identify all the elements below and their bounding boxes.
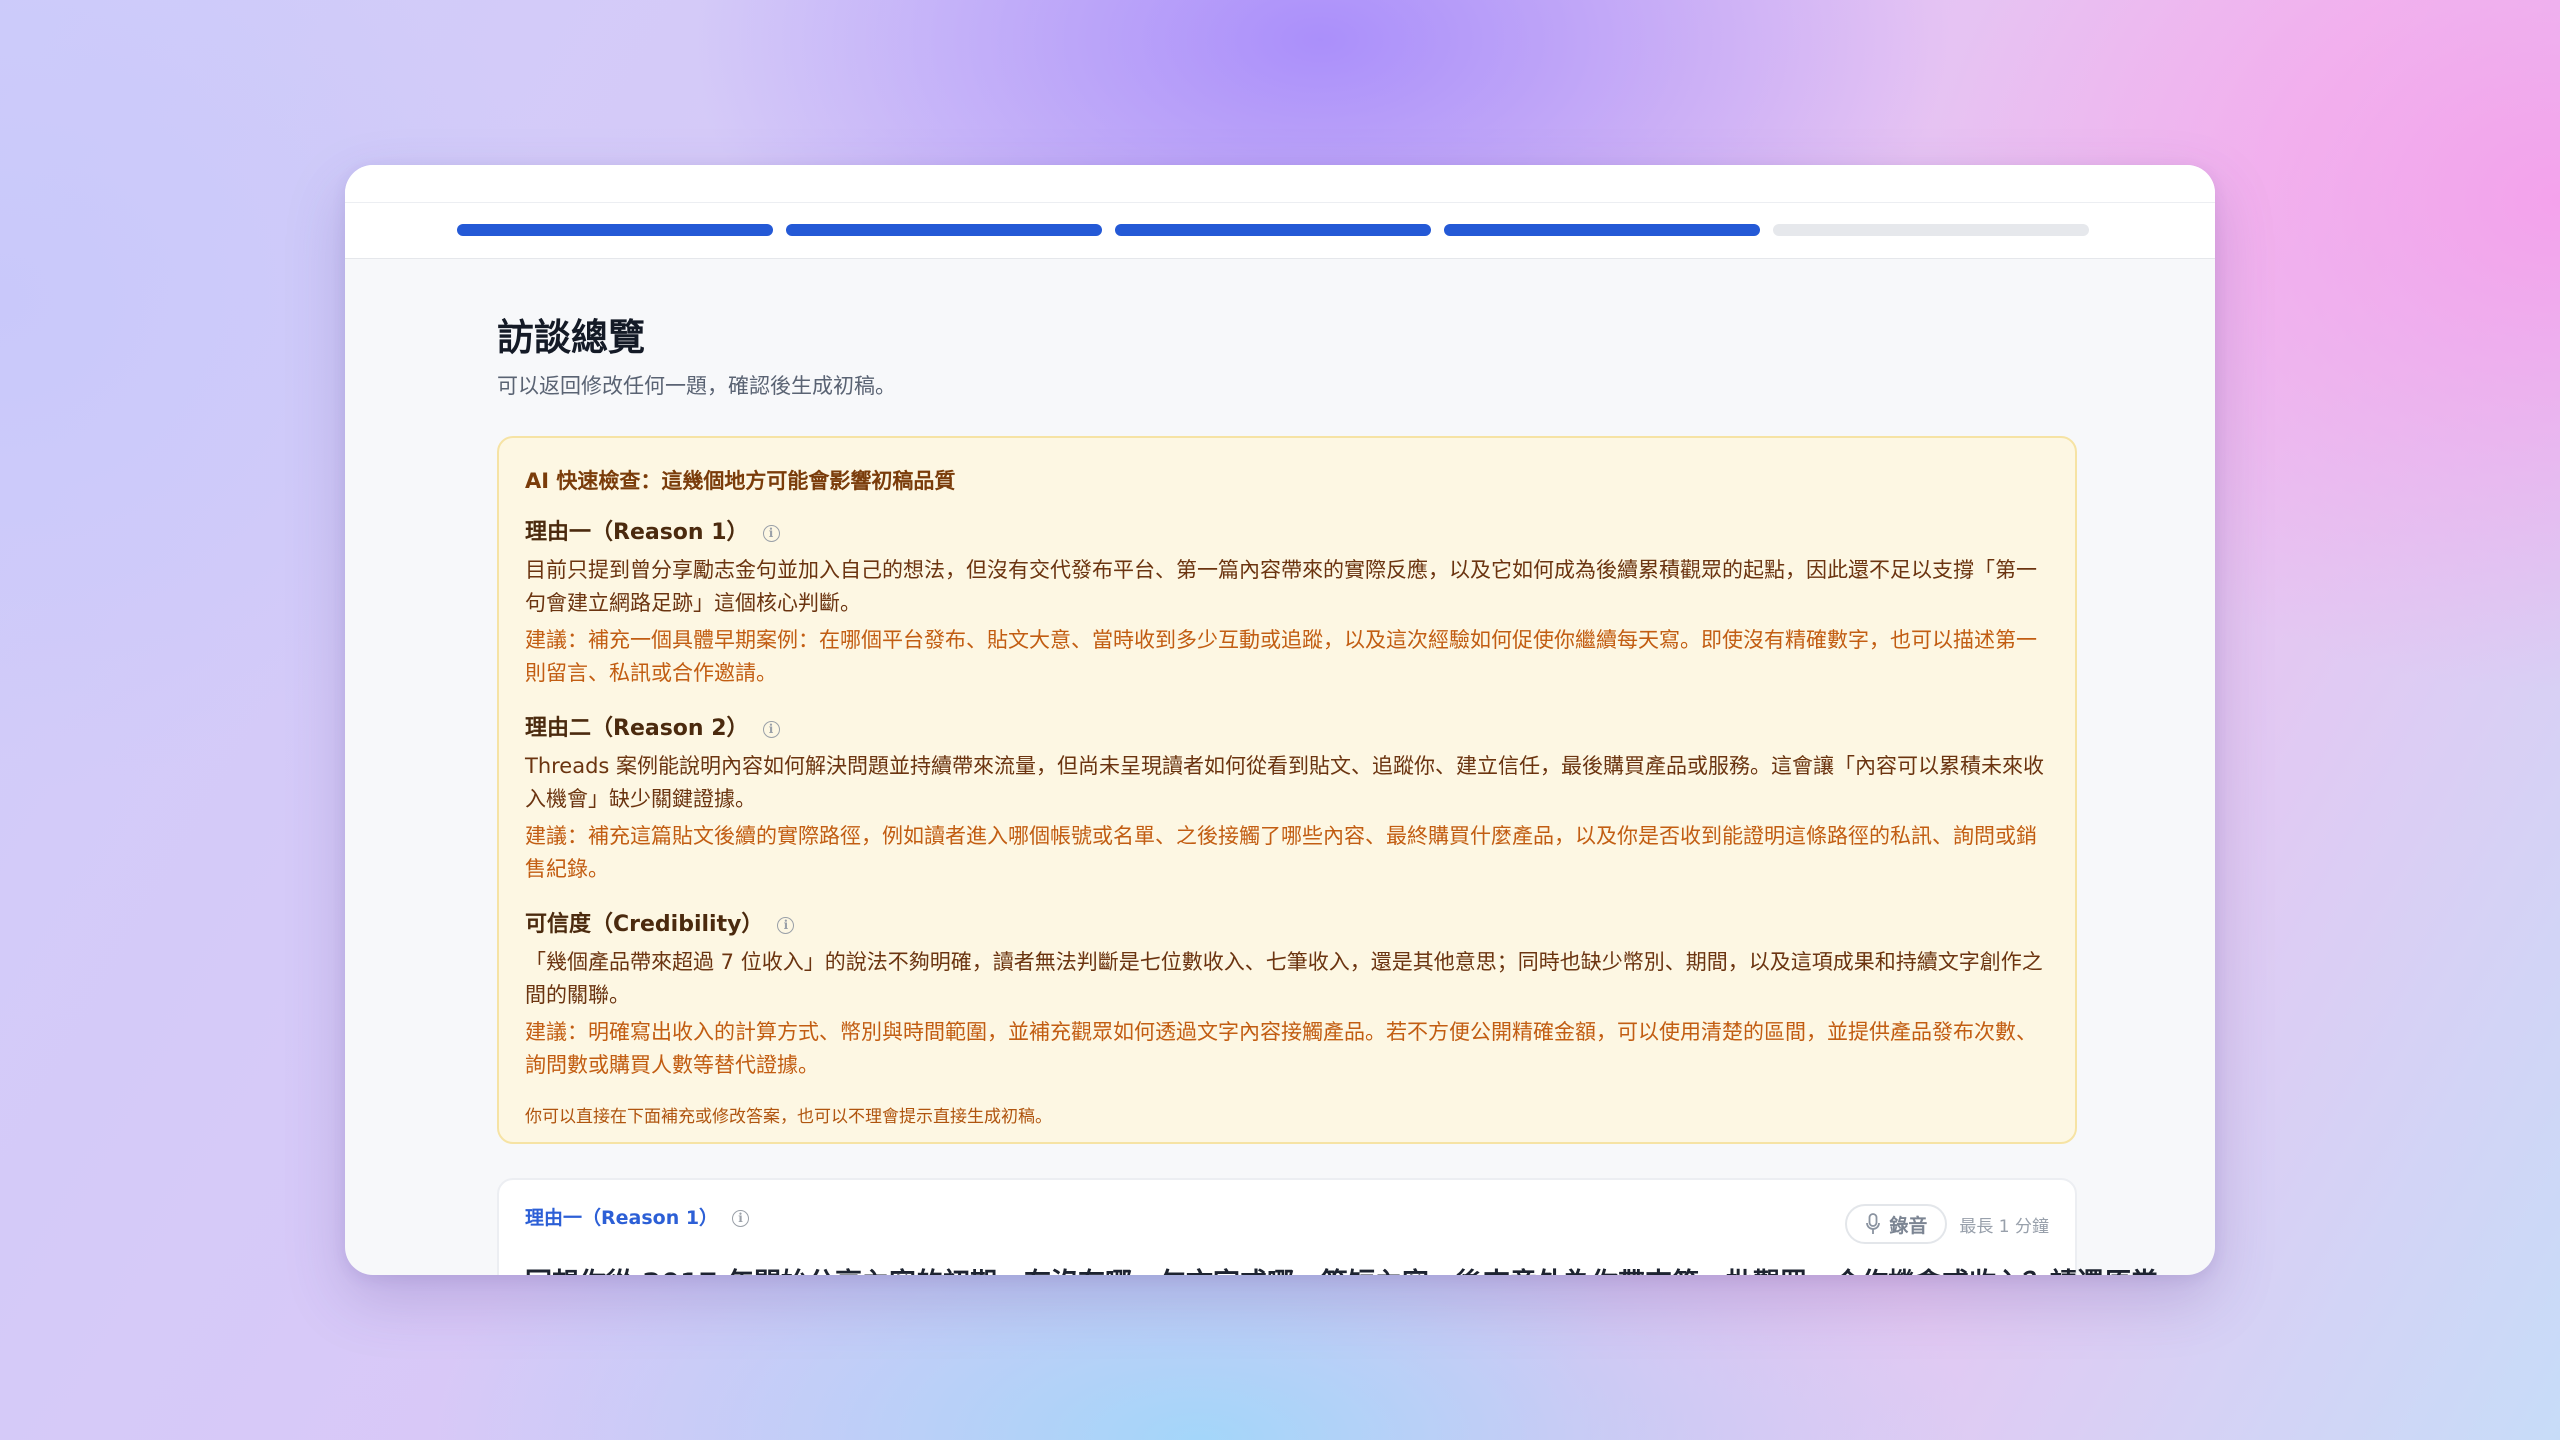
page-title: 訪談總覽 xyxy=(497,316,645,359)
check-item-heading: 理由二（Reason 2） i xyxy=(525,714,2049,744)
ai-check-footer: 你可以直接在下面補充或修改答案，也可以不理會提示直接生成初稿。 xyxy=(525,1107,1052,1127)
top-divider xyxy=(345,202,2215,203)
app-window: 訪談總覽 可以返回修改任何一題，確認後生成初稿。 AI 快速檢查：這幾個地方可能… xyxy=(345,165,2215,1275)
mic-icon xyxy=(1866,1213,1881,1234)
info-icon[interactable]: i xyxy=(732,1209,750,1227)
info-icon[interactable]: i xyxy=(777,916,795,934)
check-item-reason-2: 理由二（Reason 2） i Threads 案例能說明內容如何解決問題並持續… xyxy=(525,714,2049,886)
check-item-suggestion: 建議：補充這篇貼文後續的實際路徑，例如讀者進入哪個帳號或名單、之後接觸了哪些內容… xyxy=(525,824,2037,881)
check-item-body: Threads 案例能說明內容如何解決問題並持續帶來流量，但尚未呈現讀者如何從看… xyxy=(525,754,2045,811)
page-subtitle: 可以返回修改任何一題，確認後生成初稿。 xyxy=(497,374,896,398)
check-item-credibility: 可信度（Credibility） i 「幾個產品帶來超過 7 位收入」的說法不夠… xyxy=(525,910,2049,1082)
check-item-body: 「幾個產品帶來超過 7 位收入」的說法不夠明確，讀者無法判斷是七位數收入、七筆收… xyxy=(525,950,2043,1007)
main-content: 訪談總覽 可以返回修改任何一題，確認後生成初稿。 AI 快速檢查：這幾個地方可能… xyxy=(497,313,2077,1144)
check-item-heading: 可信度（Credibility） i xyxy=(525,910,2049,940)
check-item-heading-text: 理由一（Reason 1） xyxy=(525,520,749,545)
record-button[interactable]: 錄音 xyxy=(1845,1204,1948,1244)
answer-card-reason-1: 理由一（Reason 1） i 錄音 最長 1 分鐘 回想你從 2017 年開始… xyxy=(497,1178,2158,1275)
check-item-heading-text: 理由二（Reason 2） xyxy=(525,716,749,741)
record-limit-hint: 最長 1 分鐘 xyxy=(1959,1216,2049,1237)
progress-step-2 xyxy=(786,224,1102,236)
progress-step-5 xyxy=(1773,224,2089,236)
ai-check-panel: AI 快速檢查：這幾個地方可能會影響初稿品質 理由一（Reason 1） i 目… xyxy=(497,436,2077,1144)
info-icon[interactable]: i xyxy=(762,524,780,542)
info-icon[interactable]: i xyxy=(762,720,780,738)
check-item-body: 目前只提到曾分享勵志金句並加入自己的想法，但沒有交代發布平台、第一篇內容帶來的實… xyxy=(525,558,2037,615)
progress-step-1 xyxy=(457,224,773,236)
record-button-label: 錄音 xyxy=(1889,1214,1928,1237)
check-item-heading-text: 可信度（Credibility） xyxy=(525,912,764,937)
ai-check-title: AI 快速檢查：這幾個地方可能會影響初稿品質 xyxy=(525,469,956,493)
top-bar xyxy=(345,165,2215,259)
answer-card-heading-text: 理由一（Reason 1） xyxy=(525,1207,719,1229)
check-item-heading: 理由一（Reason 1） i xyxy=(525,518,2049,548)
check-item-reason-1: 理由一（Reason 1） i 目前只提到曾分享勵志金句並加入自己的想法，但沒有… xyxy=(525,518,2049,690)
check-item-suggestion: 建議：明確寫出收入的計算方式、幣別與時間範圍，並補充觀眾如何透過文字內容接觸產品… xyxy=(525,1020,2037,1077)
check-item-suggestion: 建議：補充一個具體早期案例：在哪個平台發布、貼文大意、當時收到多少互動或追蹤，以… xyxy=(525,628,2037,685)
step-progress xyxy=(457,224,2089,236)
record-tools: 錄音 最長 1 分鐘 xyxy=(1845,1204,2049,1244)
interview-question: 回想你從 2017 年開始分享內容的初期，有沒有哪一句文字或哪一篇短內容，後來意… xyxy=(525,1266,2158,1275)
progress-step-4 xyxy=(1444,224,1760,236)
progress-step-3 xyxy=(1115,224,1431,236)
answer-card-heading: 理由一（Reason 1） i xyxy=(525,1204,2049,1232)
